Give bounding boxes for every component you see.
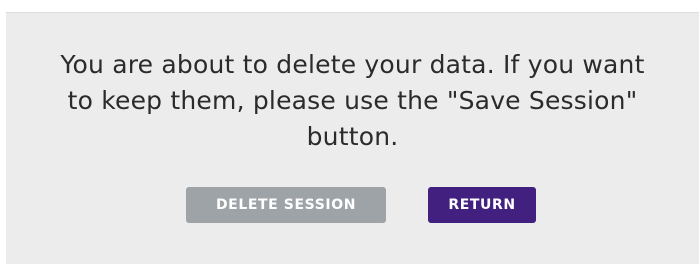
delete-session-button[interactable]: DELETE SESSION	[186, 187, 386, 223]
dialog-message: You are about to delete your data. If yo…	[60, 50, 645, 151]
confirm-delete-dialog: You are about to delete your data. If yo…	[6, 12, 699, 264]
return-button[interactable]: RETURN	[428, 187, 536, 223]
